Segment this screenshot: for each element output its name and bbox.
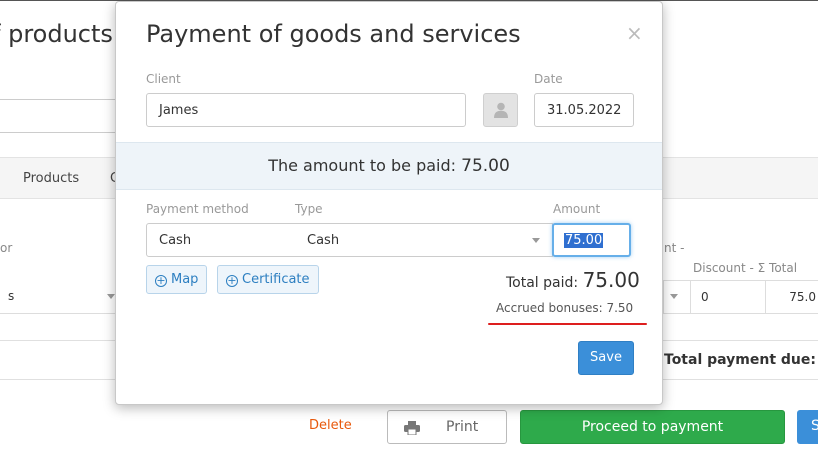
amount-input[interactable]: 75.00 xyxy=(552,223,631,257)
map-button[interactable]: + Map xyxy=(146,265,208,294)
amount-to-pay-label: The amount to be paid: xyxy=(268,156,457,175)
total-value: 75.0 xyxy=(789,290,816,304)
print-button[interactable]: Print xyxy=(387,410,507,444)
table-cell-select[interactable]: s xyxy=(0,280,118,314)
payment-method-field[interactable]: Cash xyxy=(146,223,296,257)
total-paid: Total paid: 75.00 xyxy=(506,268,640,292)
amount-to-pay-value: 75.00 xyxy=(461,156,510,176)
total-payment-due-label: Total payment due: xyxy=(664,352,816,368)
amount-to-pay-banner: The amount to be paid: 75.00 xyxy=(116,142,662,190)
type-value: Cash xyxy=(307,233,340,248)
type-label: Type xyxy=(295,202,323,216)
column-header-left: or xyxy=(0,241,13,255)
total-paid-label: Total paid: xyxy=(506,275,579,291)
amount-label: Amount xyxy=(553,202,601,216)
client-field[interactable]: James xyxy=(146,93,466,127)
date-field[interactable]: 31.05.2022 xyxy=(534,93,634,127)
person-icon xyxy=(494,102,508,118)
client-label: Client xyxy=(146,72,181,86)
print-label: Print xyxy=(446,419,479,435)
certificate-label: Certificate xyxy=(242,272,310,287)
chevron-down-icon xyxy=(670,294,678,299)
total-paid-value: 75.00 xyxy=(582,268,640,292)
total-cell: 75.0 xyxy=(765,280,818,314)
tab-products[interactable]: Products xyxy=(23,171,79,186)
proceed-to-payment-button[interactable]: Proceed to payment xyxy=(520,410,785,444)
plus-circle-icon: + xyxy=(155,274,167,287)
chevron-down-icon xyxy=(107,294,115,299)
background-input[interactable] xyxy=(0,99,130,133)
client-value: James xyxy=(159,103,199,118)
client-profile-button[interactable] xyxy=(483,93,518,127)
page-title: f products xyxy=(0,20,113,48)
discount-value: 0 xyxy=(701,290,709,304)
chevron-down-icon xyxy=(532,238,540,243)
certificate-button[interactable]: + Certificate xyxy=(217,265,319,294)
cell-value: s xyxy=(8,289,15,303)
save-button[interactable]: Save xyxy=(578,341,634,375)
blue-action-button[interactable]: S xyxy=(797,410,818,444)
payment-method-label: Payment method xyxy=(146,202,249,216)
date-label: Date xyxy=(534,72,563,86)
total-payment-due: Total payment due: 75 xyxy=(664,349,818,369)
close-icon[interactable]: × xyxy=(626,23,643,43)
amount-value: 75.00 xyxy=(564,233,604,248)
date-value: 31.05.2022 xyxy=(547,103,622,118)
delete-link[interactable]: Delete xyxy=(309,418,352,433)
printer-icon xyxy=(404,421,420,435)
map-label: Map xyxy=(171,272,199,287)
modal-title: Payment of goods and services xyxy=(146,20,521,48)
discount-cell[interactable]: 0 xyxy=(690,280,766,314)
column-header-discount-total: Discount - Σ Total xyxy=(693,261,798,275)
column-header-mid: nt - xyxy=(664,241,685,255)
accrued-bonuses: Accrued bonuses: 7.50 xyxy=(496,301,634,315)
payment-modal: Payment of goods and services × Client J… xyxy=(115,1,663,405)
plus-circle-icon: + xyxy=(226,274,238,287)
type-select[interactable]: Cash xyxy=(295,223,553,257)
payment-method-value: Cash xyxy=(159,233,192,248)
highlight-underline xyxy=(488,323,647,325)
